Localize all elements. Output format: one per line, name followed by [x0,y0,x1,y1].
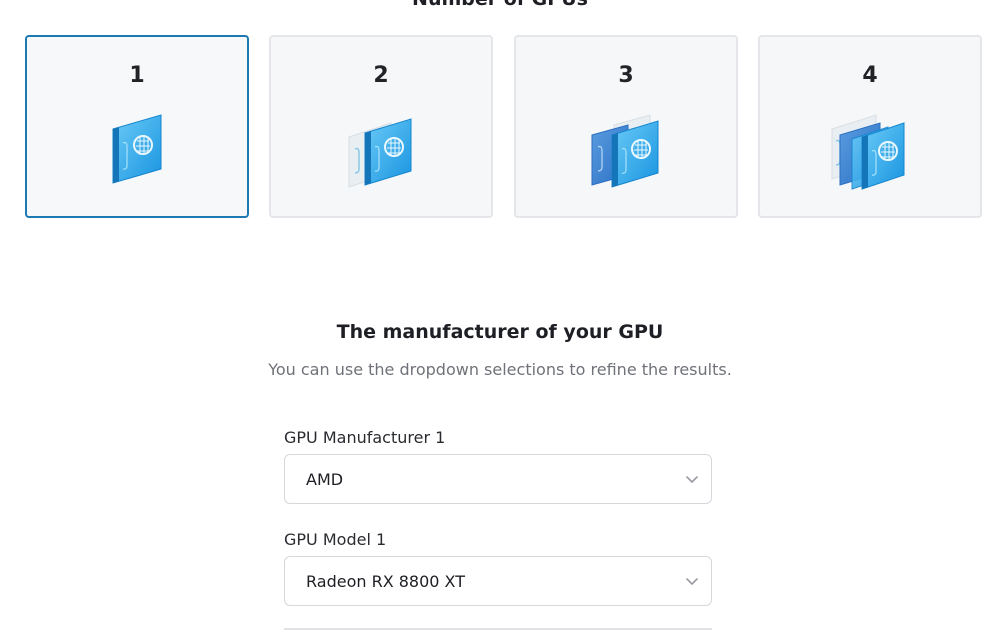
next-field-edge [284,628,712,630]
gpu-count-label: 1 [129,63,145,88]
gpu-configurator-page: Number of GPUs 1 2 [0,0,1000,635]
gpu-card-icon [348,118,412,188]
gpu-manufacturer-label: GPU Manufacturer 1 [284,428,446,447]
gpu-count-options: 1 2 3 4 [25,35,982,218]
gpu-card-icon [831,114,905,190]
gpu-model-value: Radeon RX 8800 XT [306,572,466,591]
gpu-card-icon [112,114,162,184]
gpu-model-label: GPU Model 1 [284,530,387,549]
gpu-count-label: 2 [373,63,389,88]
gpu-manufacturer-value: AMD [306,470,344,489]
gpu-count-option-1[interactable]: 1 [25,35,249,218]
gpu-count-option-3[interactable]: 3 [514,35,738,218]
manufacturer-heading: The manufacturer of your GPU [336,321,664,343]
gpu-count-title: Number of GPUs [0,0,1000,10]
gpu-card-icon [591,114,659,188]
manufacturer-subtitle: You can use the dropdown selections to r… [268,360,732,379]
gpu-count-label: 4 [862,63,878,88]
chevron-down-icon [686,476,698,483]
gpu-count-label: 3 [618,63,634,88]
gpu-manufacturer-select[interactable]: AMD [284,454,712,504]
gpu-count-option-2[interactable]: 2 [269,35,493,218]
chevron-down-icon [686,578,698,585]
gpu-count-option-4[interactable]: 4 [758,35,982,218]
gpu-model-select[interactable]: Radeon RX 8800 XT [284,556,712,606]
